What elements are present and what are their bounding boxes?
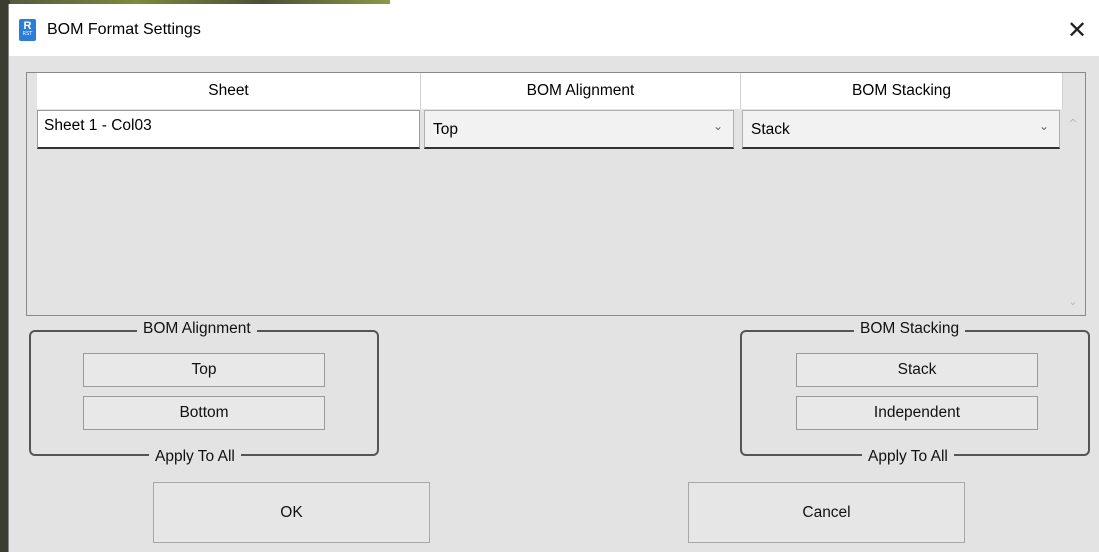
ok-button[interactable]: OK <box>153 482 430 543</box>
bom-stacking-group: BOM Stacking Stack Independent Apply To … <box>740 320 1090 466</box>
bom-alignment-dropdown[interactable]: Top ⌄ <box>424 110 734 149</box>
cancel-button[interactable]: Cancel <box>688 482 965 543</box>
dialog-client-area: Sheet BOM Alignment BOM Stacking Sheet 1… <box>9 56 1099 552</box>
bom-stacking-group-title: BOM Stacking <box>854 320 966 338</box>
sheet-grid[interactable]: Sheet BOM Alignment BOM Stacking Sheet 1… <box>26 72 1086 316</box>
bom-stacking-dropdown[interactable]: Stack ⌄ <box>742 110 1060 149</box>
stacking-apply-to-all-label: Apply To All <box>862 448 954 466</box>
sheet-name-cell[interactable]: Sheet 1 - Col03 <box>37 110 420 149</box>
align-bottom-button[interactable]: Bottom <box>83 396 325 430</box>
sheet-name-text: Sheet 1 - Col03 <box>44 117 152 134</box>
bom-stacking-value: Stack <box>751 121 790 138</box>
independent-button[interactable]: Independent <box>796 396 1038 430</box>
dialog-window: R RST BOM Format Settings ✕ Sheet BOM Al… <box>8 4 1099 552</box>
alignment-apply-to-all-label: Apply To All <box>149 448 241 466</box>
chevron-down-icon[interactable]: ⌄ <box>1039 119 1049 133</box>
align-top-button[interactable]: Top <box>83 353 325 387</box>
title-bar: R RST BOM Format Settings ✕ <box>9 4 1099 56</box>
stack-button[interactable]: Stack <box>796 353 1038 387</box>
bom-alignment-value: Top <box>433 121 458 138</box>
revit-app-icon: R RST <box>19 19 36 41</box>
scroll-down-icon[interactable]: ⌄ <box>1067 295 1079 308</box>
column-header-bom-stacking[interactable]: BOM Stacking <box>741 73 1063 109</box>
bom-alignment-group: BOM Alignment Top Bottom Apply To All <box>29 320 379 466</box>
close-button[interactable]: ✕ <box>1054 12 1099 48</box>
bom-alignment-group-title: BOM Alignment <box>137 320 257 338</box>
window-title: BOM Format Settings <box>47 21 201 38</box>
app-icon-sub: RST <box>22 31 33 37</box>
column-header-sheet[interactable]: Sheet <box>37 73 421 109</box>
chevron-down-icon[interactable]: ⌄ <box>713 119 723 133</box>
column-header-bom-alignment[interactable]: BOM Alignment <box>421 73 741 109</box>
scroll-up-icon[interactable]: ^ <box>1067 117 1079 130</box>
close-icon[interactable]: ✕ <box>1067 16 1087 44</box>
